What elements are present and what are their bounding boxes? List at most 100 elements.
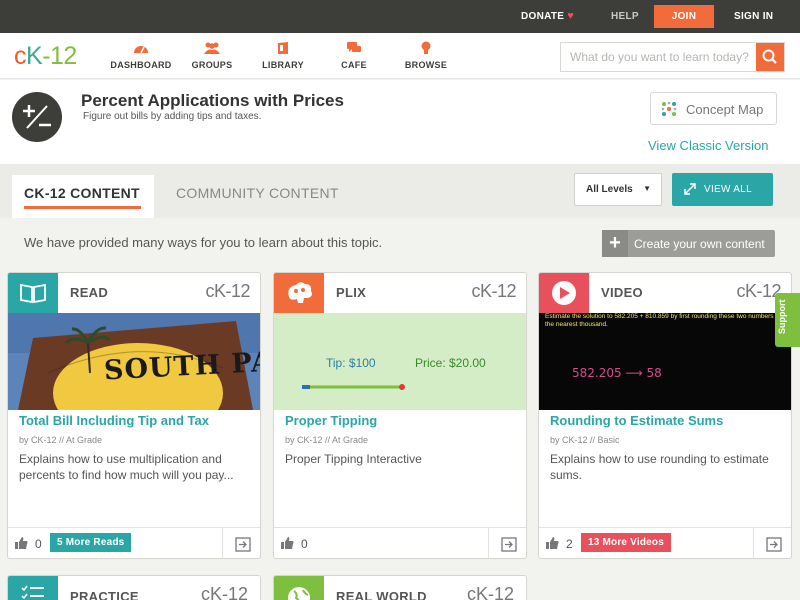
expand-icon [684,183,696,195]
help-link[interactable]: HELP [611,0,639,33]
card-type-icon-box [8,576,58,600]
levels-dropdown-value: All Levels [586,184,633,195]
chat-icon [347,42,361,52]
like-count: 0 [35,537,42,551]
donate-label: DONATE [521,11,565,22]
nav-library[interactable]: LIBRARY [243,41,323,70]
logo-k: K [26,42,43,70]
practice-card[interactable]: PRACTICE cK-12 [7,575,261,600]
search-box [560,42,785,72]
view-all-button[interactable]: VIEW ALL [672,173,773,206]
math-subject-icon [12,92,62,142]
intro-text: We have provided many ways for you to le… [24,235,383,250]
card-type-icon-box [274,273,324,313]
card-type-label: PRACTICE [70,589,139,600]
plix-slider[interactable] [302,383,407,391]
ck12-mark: cK-12 [205,281,250,301]
card-header: VIDEO cK-12 [539,273,791,313]
plix-card[interactable]: PLIX cK-12 Tip: $100 Price: $20.00 Prope… [273,272,527,559]
people-icon [204,42,220,54]
ck12-mark: cK-12 [466,584,514,600]
donate-link[interactable]: DONATE ♥ [521,0,574,33]
card-thumbnail[interactable]: Tip: $100 Price: $20.00 [274,313,526,410]
card-meta: by CK-12 // At Grade [285,435,369,445]
enter-arrow-icon [501,537,517,552]
join-button[interactable]: JOIN [654,5,714,28]
thumbs-up-icon[interactable] [546,537,559,550]
nav-cafe-label: CAFE [341,60,367,70]
enter-arrow-icon [766,537,782,552]
more-reads-badge[interactable]: 5 More Reads [50,533,132,552]
search-icon [762,49,777,64]
concept-map-icon [661,101,677,116]
plix-price-text: Price: $20.00 [415,356,486,370]
card-description: Explains how to use multiplication and p… [19,452,234,482]
open-card-button[interactable] [222,528,260,558]
card-footer: 2 13 More Videos [539,527,791,558]
search-button[interactable] [756,43,784,71]
card-type-icon-box [8,273,58,313]
globe-icon [288,587,310,600]
plus-minus-icon [23,105,51,129]
book-icon [20,283,46,304]
thumbs-up-icon[interactable] [281,537,294,550]
play-icon [552,281,576,305]
nav-dashboard-label: DASHBOARD [110,60,172,70]
card-meta: by CK-12 // At Grade [19,435,103,445]
bulb-icon [421,41,431,54]
enter-arrow-icon [235,537,251,552]
open-card-button[interactable] [753,528,791,558]
caret-down-icon: ▼ [643,184,651,193]
nav-library-label: LIBRARY [262,60,304,70]
levels-dropdown[interactable]: All Levels ▼ [574,173,662,206]
search-input[interactable] [561,43,757,71]
card-footer: 0 [274,527,526,558]
more-videos-badge[interactable]: 13 More Videos [581,533,671,552]
brain-icon [288,282,312,303]
checklist-icon [21,585,44,600]
ck12-mark: cK-12 [471,281,516,301]
plix-tip-text: Tip: $100 [326,356,376,370]
video-card[interactable]: VIDEO cK-12 Estimate the solution to 582… [538,272,792,559]
read-card[interactable]: READ cK-12 SOUTH PACIFIC Total Bill Incl… [7,272,261,559]
heart-icon: ♥ [567,10,575,22]
gauge-icon [134,46,148,54]
ck12-logo[interactable]: cK-12 [14,43,77,69]
sign-in-link[interactable]: SIGN IN [734,0,773,33]
card-thumbnail[interactable]: SOUTH PACIFIC [8,313,260,410]
view-all-label: VIEW ALL [704,184,752,195]
create-content-label: Create your own content [634,237,765,251]
card-type-icon-box [274,576,324,600]
create-content-button[interactable]: + Create your own content [602,230,775,257]
support-label: Support [777,299,787,335]
card-header: PLIX cK-12 [274,273,526,313]
nav-browse-label: BROWSE [404,60,448,70]
video-handwritten-note: 582.205 ⟶ 58 [572,366,662,380]
logo-n: -12 [42,42,77,70]
nav-cafe[interactable]: CAFE [314,41,394,70]
nav-groups[interactable]: GROUPS [172,41,252,70]
view-classic-link[interactable]: View Classic Version [648,138,768,153]
nav-groups-label: GROUPS [191,60,233,70]
logo-c: c [14,42,27,70]
thumbs-up-icon[interactable] [15,537,28,550]
card-meta: by CK-12 // Basic [550,435,620,445]
nav-browse[interactable]: BROWSE [386,41,466,70]
tab-community-content[interactable]: COMMUNITY CONTENT [176,185,339,201]
video-question-text: Estimate the solution to 582.205 + 810.8… [545,313,781,328]
nav-dashboard[interactable]: DASHBOARD [101,41,181,70]
card-type-label: VIDEO [601,285,643,300]
card-thumbnail[interactable]: Estimate the solution to 582.205 + 810.8… [539,313,791,410]
card-title[interactable]: Proper Tipping [285,413,377,428]
open-card-button[interactable] [488,528,526,558]
tab-ck12-content[interactable]: CK-12 CONTENT [12,175,154,218]
card-type-label: READ [70,285,109,300]
top-bar: DONATE ♥ HELP JOIN SIGN IN [0,0,800,33]
card-title[interactable]: Rounding to Estimate Sums [550,413,723,428]
card-title[interactable]: Total Bill Including Tip and Tax [19,413,209,428]
real-world-card[interactable]: REAL WORLD cK-12 [273,575,527,600]
concept-map-button[interactable]: Concept Map [650,92,777,125]
card-description: Explains how to use rounding to estimate… [550,452,769,482]
card-type-label: REAL WORLD [336,589,427,600]
support-tab[interactable]: Support [775,293,800,347]
